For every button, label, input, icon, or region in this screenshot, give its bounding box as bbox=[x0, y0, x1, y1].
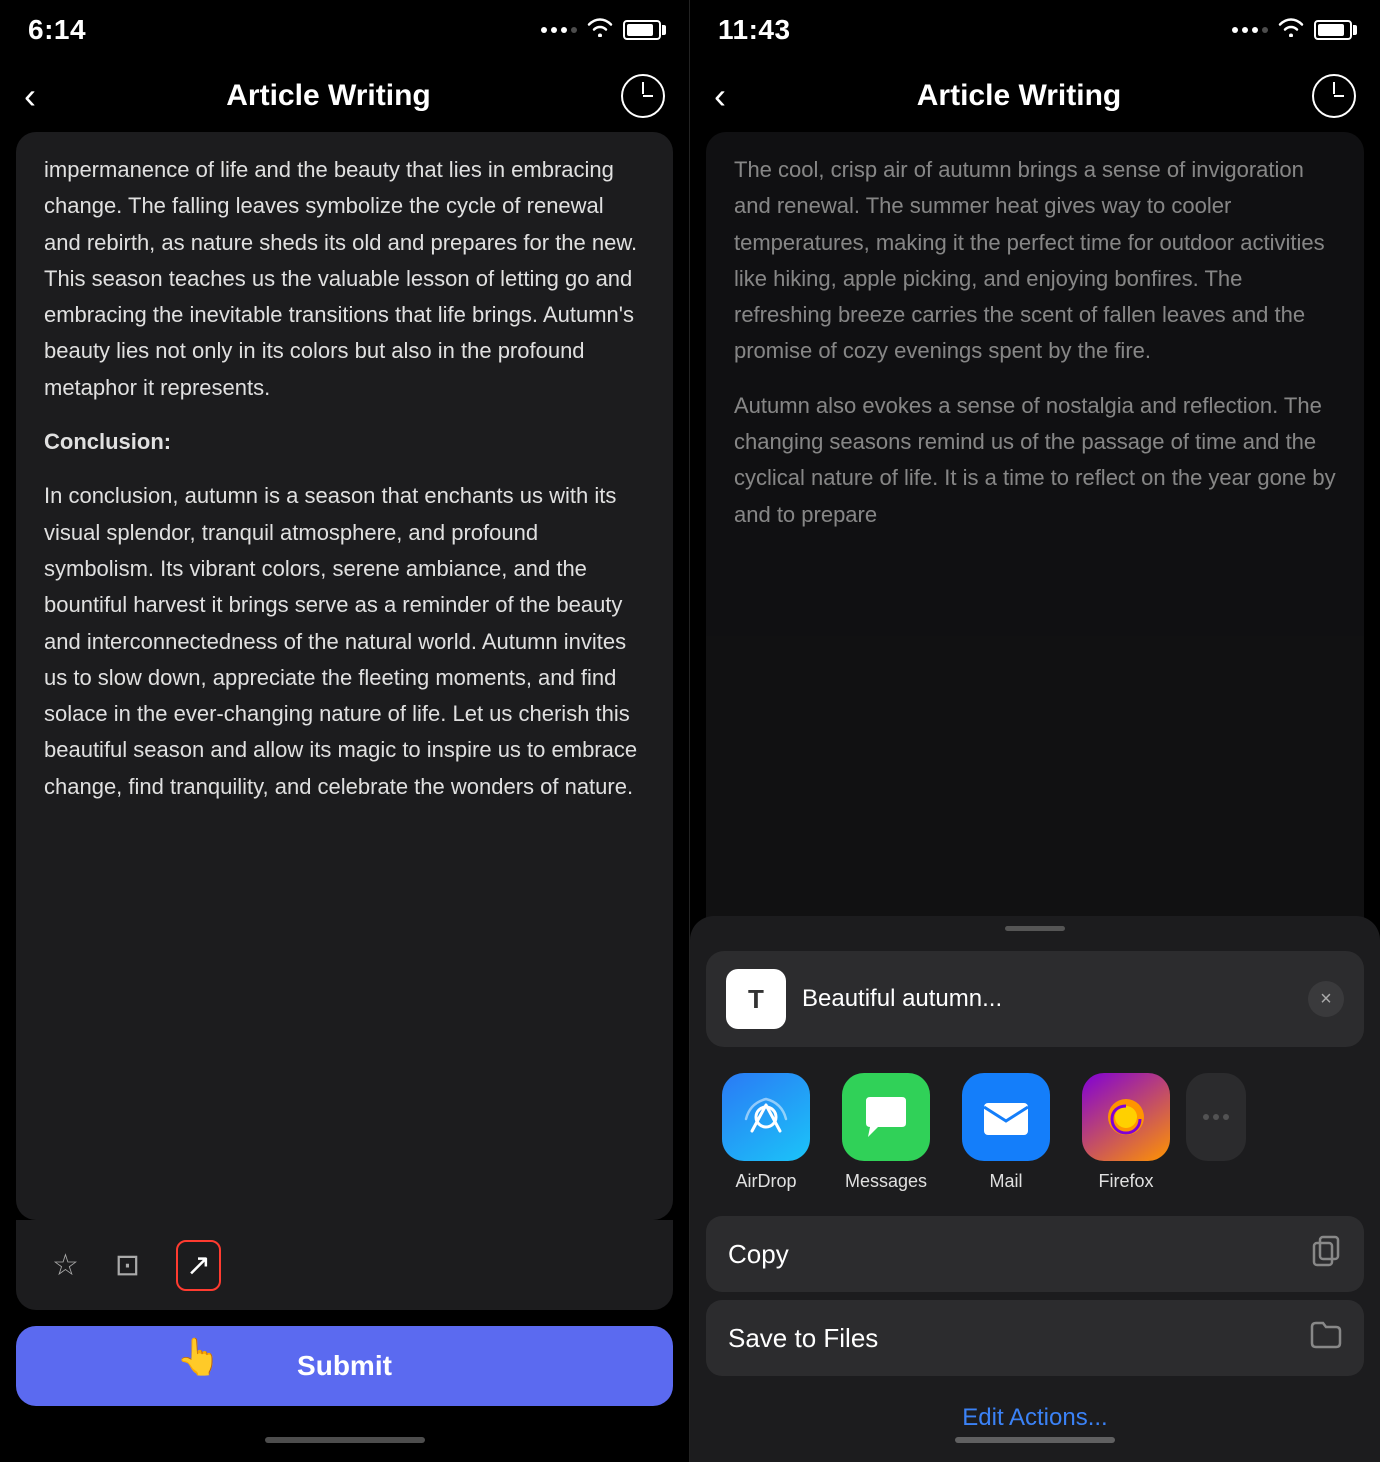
right-status-time: 11:43 bbox=[718, 14, 791, 46]
left-content-area: impermanence of life and the beauty that… bbox=[16, 132, 673, 1220]
share-sheet: T Beautiful autumn... × AirDrop bbox=[690, 916, 1380, 1462]
signal-dot-1 bbox=[541, 27, 547, 33]
share-icon[interactable]: ↗ bbox=[176, 1240, 221, 1291]
submit-label: Submit bbox=[297, 1350, 392, 1382]
hand-cursor-icon: 👆 bbox=[176, 1336, 221, 1377]
r-signal-dot-2 bbox=[1242, 27, 1248, 33]
signal-dot-2 bbox=[551, 27, 557, 33]
left-article-text: impermanence of life and the beauty that… bbox=[44, 152, 645, 805]
right-home-indicator bbox=[690, 1418, 1380, 1462]
right-signal-dots bbox=[1232, 27, 1268, 33]
left-nav-title: Article Writing bbox=[226, 79, 430, 113]
left-status-time: 6:14 bbox=[28, 14, 86, 46]
right-wifi-icon bbox=[1278, 17, 1304, 43]
right-clock-icon[interactable] bbox=[1312, 74, 1356, 118]
cursor-hand: 👆 bbox=[176, 1336, 212, 1380]
copy-icon[interactable]: ⊡ bbox=[115, 1248, 140, 1283]
preview-left: T Beautiful autumn... bbox=[726, 969, 1002, 1029]
mail-label: Mail bbox=[989, 1171, 1022, 1192]
right-status-icons bbox=[1232, 17, 1352, 43]
r-signal-dot-1 bbox=[1232, 27, 1238, 33]
firefox-icon bbox=[1082, 1073, 1170, 1161]
r-signal-dot-4 bbox=[1262, 27, 1268, 33]
share-preview-card: T Beautiful autumn... × bbox=[706, 951, 1364, 1047]
share-app-more[interactable] bbox=[1186, 1073, 1246, 1192]
right-phone-panel: 11:43 ‹ Article Writing bbox=[690, 0, 1380, 1462]
left-action-bar: ☆ ⊡ ↗ bbox=[16, 1220, 673, 1310]
left-home-bar bbox=[265, 1437, 425, 1443]
left-back-button[interactable]: ‹ bbox=[24, 75, 36, 117]
save-to-files-action-row[interactable]: Save to Files bbox=[706, 1300, 1364, 1376]
right-nav-title: Article Writing bbox=[917, 79, 1121, 113]
share-app-airdrop[interactable]: AirDrop bbox=[706, 1073, 826, 1192]
wifi-icon bbox=[587, 17, 613, 43]
battery-icon bbox=[623, 20, 661, 40]
signal-dot-3 bbox=[561, 27, 567, 33]
right-nav-bar: ‹ Article Writing bbox=[690, 60, 1380, 132]
right-battery-fill bbox=[1318, 24, 1344, 36]
right-status-bar: 11:43 bbox=[690, 0, 1380, 60]
left-conclusion-label: Conclusion: bbox=[44, 424, 645, 460]
copy-label: Copy bbox=[728, 1239, 789, 1270]
airdrop-icon bbox=[722, 1073, 810, 1161]
right-home-bar bbox=[955, 1437, 1115, 1443]
mail-icon bbox=[962, 1073, 1050, 1161]
right-back-button[interactable]: ‹ bbox=[714, 75, 726, 117]
preview-icon: T bbox=[726, 969, 786, 1029]
battery-fill bbox=[627, 24, 653, 36]
copy-row-icon bbox=[1310, 1235, 1342, 1274]
signal-dot-4 bbox=[571, 27, 577, 33]
r-signal-dot-3 bbox=[1252, 27, 1258, 33]
left-home-indicator bbox=[0, 1418, 689, 1462]
left-para-1: impermanence of life and the beauty that… bbox=[44, 152, 645, 406]
share-app-messages[interactable]: Messages bbox=[826, 1073, 946, 1192]
right-para-2: Autumn also evokes a sense of nostalgia … bbox=[734, 388, 1336, 533]
save-to-files-label: Save to Files bbox=[728, 1323, 878, 1354]
save-files-icon bbox=[1310, 1319, 1342, 1358]
star-icon[interactable]: ☆ bbox=[52, 1248, 79, 1283]
submit-button[interactable]: Submit bbox=[16, 1326, 673, 1406]
more-apps-icon bbox=[1186, 1073, 1246, 1161]
right-article-text: The cool, crisp air of autumn brings a s… bbox=[734, 152, 1336, 533]
left-status-icons bbox=[541, 17, 661, 43]
share-app-mail[interactable]: Mail bbox=[946, 1073, 1066, 1192]
preview-title: Beautiful autumn... bbox=[802, 985, 1002, 1013]
airdrop-label: AirDrop bbox=[735, 1171, 796, 1192]
share-app-firefox[interactable]: Firefox bbox=[1066, 1073, 1186, 1192]
sheet-drag-handle bbox=[1005, 926, 1065, 931]
right-battery-icon bbox=[1314, 20, 1352, 40]
right-para-1: The cool, crisp air of autumn brings a s… bbox=[734, 152, 1336, 370]
firefox-label: Firefox bbox=[1098, 1171, 1153, 1192]
left-clock-icon[interactable] bbox=[621, 74, 665, 118]
messages-icon bbox=[842, 1073, 930, 1161]
left-status-bar: 6:14 bbox=[0, 0, 689, 60]
share-app-row: AirDrop Messages Mail bbox=[690, 1063, 1380, 1208]
share-close-button[interactable]: × bbox=[1308, 981, 1344, 1017]
left-nav-bar: ‹ Article Writing bbox=[0, 60, 689, 132]
left-phone-panel: 6:14 ‹ Article Writing bbox=[0, 0, 690, 1462]
left-signal-dots bbox=[541, 27, 577, 33]
left-para-2: In conclusion, autumn is a season that e… bbox=[44, 478, 645, 805]
messages-label: Messages bbox=[845, 1171, 927, 1192]
copy-action-row[interactable]: Copy bbox=[706, 1216, 1364, 1292]
